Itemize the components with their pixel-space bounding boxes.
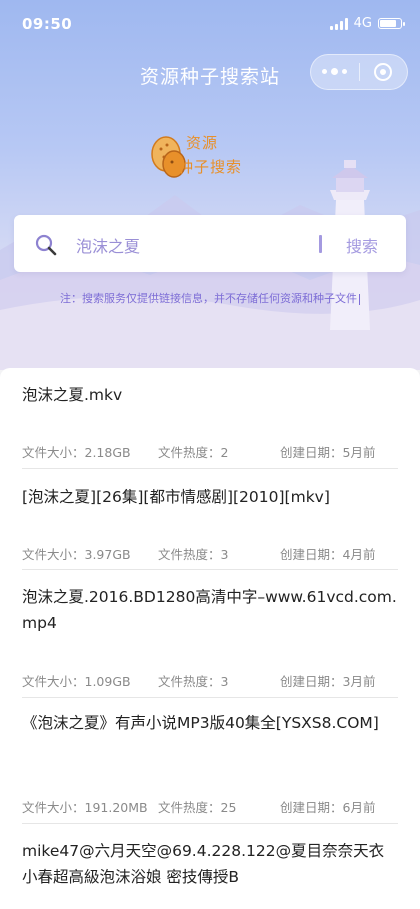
list-item[interactable]: 《泡沫之夏》有声小说MP3版40集全[YSXS8.COM] 文件大小：191.2… [22,710,398,824]
logo: 资源 种子搜索 [148,130,278,190]
disclaimer-text: 注：搜索服务仅提供链接信息，并不存储任何资源和种子文件 [60,292,357,305]
result-date: 创建日期：4月前 [280,547,376,562]
list-item[interactable]: 泡沫之夏.2016.BD1280高清中字–www.61vcd.com.mp4 文… [22,584,398,698]
status-bar: 09:50 4G [0,0,420,50]
result-heat: 文件热度：2 [158,445,229,460]
search-input[interactable]: 泡沫之夏 [76,233,140,257]
result-title: [泡沫之夏][26集][都市情感剧][2010][mkv] [22,488,330,506]
network-label: 4G [353,16,372,31]
result-title: 泡沫之夏.mkv [22,386,123,404]
result-size: 文件大小：1.09GB [22,674,131,689]
search-icon [35,234,57,256]
header-hero: 09:50 4G 资源种子搜索站 资源 种子搜索 泡沫之夏 搜索 注：搜索服务仅… [0,0,420,370]
logo-text-line2: 种子搜索 [178,158,243,176]
signal-icon [329,17,348,30]
logo-text-line1: 资源 [186,134,219,152]
result-date: 创建日期：6月前 [280,800,376,815]
battery-icon [378,18,405,29]
disclaimer-notice: 注：搜索服务仅提供链接信息，并不存储任何资源和种子文件 [0,290,420,306]
status-time: 09:50 [22,15,73,33]
mini-program-capsule [310,54,408,90]
search-button[interactable]: 搜索 [346,233,378,257]
list-item[interactable]: mike47@六月天空@69.4.228.122@夏目奈奈天衣小春超高級泡沫浴娘… [22,838,398,909]
result-title: 泡沫之夏.2016.BD1280高清中字–www.61vcd.com.mp4 [22,588,397,632]
more-icon[interactable] [311,68,359,75]
results-list: 泡沫之夏.mkv 文件大小：2.18GB 文件热度：2 创建日期：5月前 [泡沫… [0,368,420,909]
result-heat: 文件热度：3 [158,547,229,562]
result-title: mike47@六月天空@69.4.228.122@夏目奈奈天衣小春超高級泡沫浴娘… [22,842,385,886]
result-date: 创建日期：5月前 [280,445,376,460]
list-item[interactable]: [泡沫之夏][26集][都市情感剧][2010][mkv] 文件大小：3.97G… [22,484,398,570]
result-title: 《泡沫之夏》有声小说MP3版40集全[YSXS8.COM] [22,714,379,732]
result-size: 文件大小：3.97GB [22,547,131,562]
result-heat: 文件热度：3 [158,674,229,689]
result-size: 文件大小：191.20MB [22,800,148,815]
search-divider [319,235,322,253]
close-icon[interactable] [359,63,407,81]
result-size: 文件大小：2.18GB [22,445,131,460]
search-bar[interactable]: 泡沫之夏 搜索 [14,215,406,272]
list-item[interactable]: 泡沫之夏.mkv 文件大小：2.18GB 文件热度：2 创建日期：5月前 [22,382,398,469]
result-date: 创建日期：3月前 [280,674,376,689]
result-heat: 文件热度：25 [158,800,237,815]
